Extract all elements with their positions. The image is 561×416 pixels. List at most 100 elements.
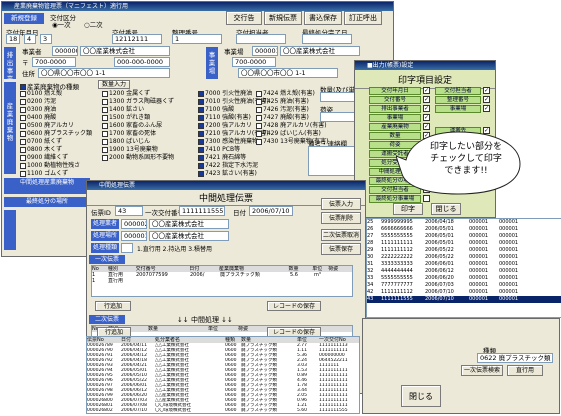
date-field[interactable]: 2006/07/10 — [249, 206, 293, 216]
waste-item-1-8[interactable]: 2000 動物系固形不要物 — [102, 154, 174, 162]
type-field[interactable] — [121, 243, 133, 253]
waste-item-2-3[interactable]: 7110 強酸(有害) — [198, 114, 251, 122]
waste-item-1-5[interactable]: 1700 家畜の死体 — [102, 130, 156, 138]
site-code-field[interactable]: 000001 — [252, 46, 278, 56]
waste-item-2-0[interactable]: 7000 引火性廃油 — [198, 90, 252, 98]
final-field[interactable] — [302, 34, 352, 44]
table-row[interactable]: 31 3333333333 2006/06/01 000001 000001 — [367, 261, 561, 268]
print-item-2[interactable]: 排出事業者 — [369, 105, 421, 113]
waste-checkbox[interactable] — [256, 138, 262, 145]
waste-item-0-10[interactable]: 1100 ゴムくず — [20, 170, 68, 178]
print-right-item-0[interactable]: 交付担当者 — [435, 87, 481, 95]
waste-item-2-8[interactable]: 7421 廃石綿等 — [198, 154, 246, 162]
handler-name-field[interactable]: 〇〇産業株式会社 — [149, 219, 229, 229]
print-item-0[interactable]: 交付年月日 — [369, 87, 421, 95]
issue-no-field[interactable]: 12112111 — [112, 34, 162, 44]
table-row[interactable]: 25 9999999995 2006/04/18 000001 000001 — [367, 219, 561, 226]
waste-checkbox[interactable] — [20, 162, 26, 169]
waste-item-3-3[interactable]: 7427 廃酸(有害) — [256, 114, 309, 122]
waste-checkbox[interactable] — [102, 130, 108, 137]
waste-item-2-7[interactable]: 7410 PCB等 — [198, 146, 240, 154]
waste-item-0-7[interactable]: 0800 木くず — [20, 146, 62, 154]
waste-item-2-4[interactable]: 7200 強アルカリ — [198, 122, 252, 130]
issue-day-field[interactable]: 3 — [40, 34, 52, 44]
waste-checkbox[interactable] — [20, 114, 26, 121]
waste-checkbox[interactable] — [102, 114, 108, 121]
waste-checkbox[interactable] — [20, 122, 26, 129]
print-button[interactable]: 印字 — [393, 203, 423, 215]
emitter-addr-field[interactable]: 〇〇県〇〇市〇〇 1-1 — [38, 68, 170, 78]
print-right-check-2[interactable]: ✓ — [483, 105, 490, 112]
waste-checkbox[interactable] — [198, 98, 204, 105]
waste-item-1-0[interactable]: 1200 金属くず — [102, 90, 150, 98]
mid-close-button[interactable]: 閉じる — [401, 385, 441, 407]
issue-type-opt1[interactable]: ◉一次 — [52, 19, 71, 29]
waste-checkbox[interactable] — [102, 98, 108, 105]
waste-checkbox[interactable] — [256, 130, 262, 137]
waste-checkbox[interactable] — [20, 98, 26, 105]
place-code-field[interactable]: 000001 — [121, 231, 147, 241]
table-row[interactable]: 000026802 2006/07/10 〇〇環境株式会社 0600 廃プラスチック類 5… — [87, 408, 359, 413]
table-row[interactable]: 28 1111111111 2006/05/01 000001 000001 — [367, 240, 561, 247]
waste-checkbox[interactable] — [102, 154, 108, 161]
emitter-tel-field[interactable]: 000-000-0000 — [114, 57, 170, 67]
waste-checkbox[interactable] — [102, 106, 108, 113]
row-add-button[interactable]: 行追加 — [95, 301, 131, 311]
waste-checkbox[interactable] — [102, 146, 108, 153]
print-item-check-2[interactable]: ✓ — [423, 105, 430, 112]
waste-checkbox[interactable] — [102, 90, 108, 97]
slip-list-bottom[interactable]: 伝票No 日付 処分業者名 種類 数量 単位 一次交付No 000026789 2006/04/… — [86, 336, 360, 414]
waste-item-3-2[interactable]: 7426 汚泥(有害) — [256, 106, 309, 114]
reg-no-field[interactable]: 1 — [172, 34, 222, 44]
print-right-item-2[interactable]: 事業場 — [435, 105, 481, 113]
waste-checkbox[interactable] — [198, 170, 204, 177]
print-right-check-0[interactable]: ✓ — [483, 87, 490, 94]
table-row[interactable]: 30 2222222222 2006/05/22 000001 000001 — [367, 254, 561, 261]
waste-checkbox[interactable] — [20, 154, 26, 161]
waste-checkbox[interactable] — [256, 114, 262, 121]
print-item-check-0[interactable]: ✓ — [423, 87, 430, 94]
print-close-button[interactable]: 閉じる — [431, 203, 461, 215]
waste-item-1-4[interactable]: 1600 家畜のふん尿 — [102, 122, 162, 130]
site-addr-field[interactable]: 〇〇県〇〇市〇〇 1-1 — [238, 68, 338, 78]
waste-item-0-1[interactable]: 0200 汚泥 — [20, 98, 56, 106]
table-row[interactable]: 26 6666666666 2006/05/01 000001 000001 — [367, 226, 561, 233]
waste-item-1-2[interactable]: 1400 鉱さい — [102, 106, 144, 114]
person-field[interactable] — [236, 34, 286, 44]
waste-item-0-6[interactable]: 0700 紙くず — [20, 138, 62, 146]
waste-checkbox[interactable] — [20, 170, 26, 177]
waste-item-0-9[interactable]: 1000 動植物性残さ — [20, 162, 80, 170]
waste-checkbox[interactable] — [198, 106, 204, 113]
waste-checkbox[interactable] — [20, 106, 26, 113]
print-right-item-1[interactable]: 整理番号 — [435, 96, 481, 104]
waste-item-2-2[interactable]: 7100 強酸 — [198, 106, 234, 114]
table-row[interactable]: 29 1111111112 2006/05/22 000001 000001 — [367, 247, 561, 254]
waste-item-0-3[interactable]: 0400 廃酸 — [20, 114, 56, 122]
waste-checkbox[interactable] — [198, 130, 204, 137]
place-name-field[interactable]: 〇〇産業株式会社 — [149, 231, 229, 241]
waste-item-2-10[interactable]: 7423 鉱さい(有害) — [198, 170, 257, 178]
waste-checkbox[interactable] — [198, 114, 204, 121]
save-button[interactable]: 書込保存 — [304, 11, 342, 25]
waste-checkbox[interactable] — [20, 138, 26, 145]
primary-search-button[interactable]: 一次伝票検索 — [461, 365, 503, 376]
primary-row-2[interactable]: 1 直行用 — [92, 278, 352, 284]
waste-checkbox[interactable] — [198, 146, 204, 153]
table-row[interactable]: 32 4444444444 2006/06/12 000001 000001 — [367, 268, 561, 275]
waste-checkbox[interactable] — [198, 162, 204, 169]
waste-item-3-1[interactable]: 7425 廃油(有害) — [256, 98, 309, 106]
emitter-code-field[interactable]: 000000 — [52, 46, 78, 56]
emitter-name-field[interactable]: 〇〇産業株式会社 — [80, 46, 170, 56]
side-type-field[interactable]: 0622 廃プラスチック類 — [477, 353, 553, 363]
waste-item-0-4[interactable]: 0500 廃アルカリ — [20, 122, 74, 130]
table-row[interactable]: 34 7777777777 2006/07/03 000001 000001 — [367, 282, 561, 289]
waste-item-2-9[interactable]: 7422 指定下水汚泥 — [198, 162, 258, 170]
waste-checkbox[interactable] — [256, 122, 262, 129]
table-row[interactable]: 43 1111111555 2006/07/10 000001 000001 — [367, 296, 561, 303]
print-item-1[interactable]: 交付番号 — [369, 96, 421, 104]
site-zip-field[interactable]: 700-0000 — [232, 57, 276, 67]
print-item-3[interactable]: 事業場 — [369, 114, 421, 122]
waste-checkbox[interactable] — [198, 90, 204, 97]
direct-button[interactable]: 直行用 — [507, 365, 543, 376]
print-item-check-4[interactable]: ✓ — [423, 123, 430, 130]
